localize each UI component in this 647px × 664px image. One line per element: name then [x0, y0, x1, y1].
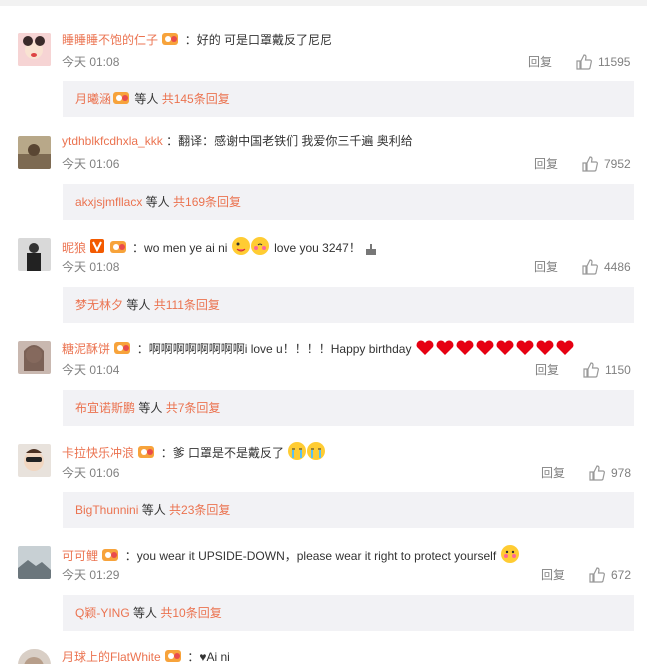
- comment-time: 今天 01:29: [62, 568, 120, 582]
- comment-text: ：爹 口罩是不是戴反了: [160, 446, 285, 460]
- thumb-up-icon: [576, 54, 592, 70]
- reply-user[interactable]: 梦无林夕: [75, 298, 123, 312]
- reply-button[interactable]: 回复: [541, 465, 565, 481]
- comment-time: 今天 01:08: [62, 260, 120, 274]
- reply-mid: 等人: [138, 503, 170, 517]
- reply-button[interactable]: 回复: [528, 54, 552, 70]
- comment-time: 今天 01:08: [62, 55, 120, 69]
- reply-mid: 等人: [142, 195, 174, 209]
- reply-mid: 等人: [135, 401, 166, 415]
- comment-text: ：啊啊啊啊啊啊啊啊i love u！！！！Happy birthday: [136, 342, 412, 356]
- reply-user[interactable]: 布宜诺斯鹏: [75, 401, 135, 415]
- like-button[interactable]: 7952: [582, 155, 631, 173]
- reply-summary[interactable]: 月曦涵 等人 共145条回复: [63, 81, 634, 117]
- reply-count-link[interactable]: 共145条回复: [162, 92, 230, 106]
- avatar[interactable]: [18, 444, 51, 477]
- reply-button[interactable]: 回复: [541, 567, 565, 583]
- thumb-up-icon: [582, 259, 598, 275]
- vip-crown-icon: [101, 546, 121, 566]
- comment-time: 今天 01:04: [62, 363, 120, 377]
- reply-summary[interactable]: Q颖-YING 等人 共10条回复: [63, 595, 634, 631]
- crying-emoji-icon: [287, 441, 327, 465]
- avatar[interactable]: [18, 341, 51, 374]
- like-count: 1150: [605, 363, 631, 377]
- vip-crown-icon: [164, 647, 184, 664]
- avatar[interactable]: [18, 136, 51, 169]
- thumb-up-icon: [583, 362, 599, 378]
- reply-button[interactable]: 回复: [534, 259, 558, 275]
- avatar[interactable]: [18, 238, 51, 271]
- vip-crown-icon: [113, 339, 133, 359]
- avatar[interactable]: [18, 33, 51, 66]
- vip-crown-icon: [161, 30, 181, 50]
- like-count: 672: [611, 568, 632, 582]
- comment-username[interactable]: 昵狼: [62, 241, 86, 255]
- reply-button[interactable]: 回复: [534, 156, 558, 172]
- reply-mid: 等人: [131, 92, 162, 106]
- top-strip: [0, 0, 647, 6]
- reply-count-link[interactable]: 共169条回复: [173, 195, 241, 209]
- vip-crown-icon: [109, 238, 129, 258]
- comment-username[interactable]: 卡拉快乐冲浪: [62, 446, 134, 460]
- reply-count-link[interactable]: 共10条回复: [160, 606, 221, 620]
- reply-count-link[interactable]: 共7条回复: [166, 401, 221, 415]
- reply-user[interactable]: akxjsjmfllacx: [75, 195, 142, 209]
- vip-crown-icon: [137, 443, 157, 463]
- thumb-up-icon: [589, 465, 605, 481]
- like-button[interactable]: 11595: [576, 53, 630, 71]
- reply-summary[interactable]: BigThunnini 等人 共23条回复: [63, 492, 634, 528]
- reply-count-link[interactable]: 共111条回复: [154, 298, 220, 312]
- comment-username[interactable]: ytdhblkfcdhxla_kkk: [62, 134, 163, 148]
- reply-user[interactable]: BigThunnini: [75, 503, 138, 517]
- heart-emoji-row: [415, 339, 575, 361]
- comment-text: ：好的 可是口罩戴反了尼尼: [184, 33, 333, 47]
- like-button[interactable]: 4486: [582, 258, 631, 276]
- v-badge-icon: [89, 238, 105, 258]
- reply-summary[interactable]: 梦无林夕 等人 共111条回复: [63, 287, 634, 323]
- reply-summary[interactable]: akxjsjmfllacx 等人 共169条回复: [63, 184, 634, 220]
- reply-user[interactable]: 月曦涵: [75, 92, 111, 106]
- comment-time: 今天 01:06: [62, 466, 120, 480]
- like-count: 978: [611, 466, 632, 480]
- comment-text: ：♥Ai ni: [187, 650, 230, 664]
- like-count: 4486: [604, 260, 631, 274]
- comment-username[interactable]: 月球上的FlatWhite: [62, 650, 161, 664]
- thumb-up-icon: [582, 156, 598, 172]
- vip-crown-icon: [111, 83, 131, 119]
- reply-mid: 等人: [123, 298, 154, 312]
- comment-text: ：wo men ye ai ni: [132, 241, 228, 255]
- comment-username[interactable]: 可可鲤: [62, 549, 98, 563]
- comment-username[interactable]: 睡睡睡不饱的仁子: [62, 33, 158, 47]
- comment-time: 今天 01:06: [62, 157, 120, 171]
- like-count: 7952: [604, 157, 631, 171]
- like-button[interactable]: 1150: [583, 361, 631, 379]
- emoji-icon: [231, 236, 271, 260]
- cake-icon: [364, 242, 378, 260]
- comment-text: ：翻译：感谢中国老铁们 我爱你三千遍 奥利给: [166, 134, 413, 148]
- avatar[interactable]: [18, 649, 51, 664]
- like-count: 11595: [598, 55, 631, 69]
- thumb-up-icon: [589, 567, 605, 583]
- reply-button[interactable]: 回复: [535, 362, 559, 378]
- reply-mid: 等人: [129, 606, 161, 620]
- avatar[interactable]: [18, 546, 51, 579]
- reply-count-link[interactable]: 共23条回复: [169, 503, 230, 517]
- reply-summary[interactable]: 布宜诺斯鹏 等人 共7条回复: [63, 390, 634, 426]
- comment-text-2: love you 3247！: [274, 241, 361, 255]
- reply-user[interactable]: Q颖-YING: [75, 606, 130, 620]
- like-button[interactable]: 672: [589, 566, 631, 584]
- like-button[interactable]: 978: [589, 464, 631, 482]
- blush-emoji-icon: [500, 544, 520, 568]
- comment-text: ：you wear it UPSIDE-DOWN，please wear it …: [124, 549, 497, 563]
- comment-username[interactable]: 糖泥酥饼: [62, 342, 110, 356]
